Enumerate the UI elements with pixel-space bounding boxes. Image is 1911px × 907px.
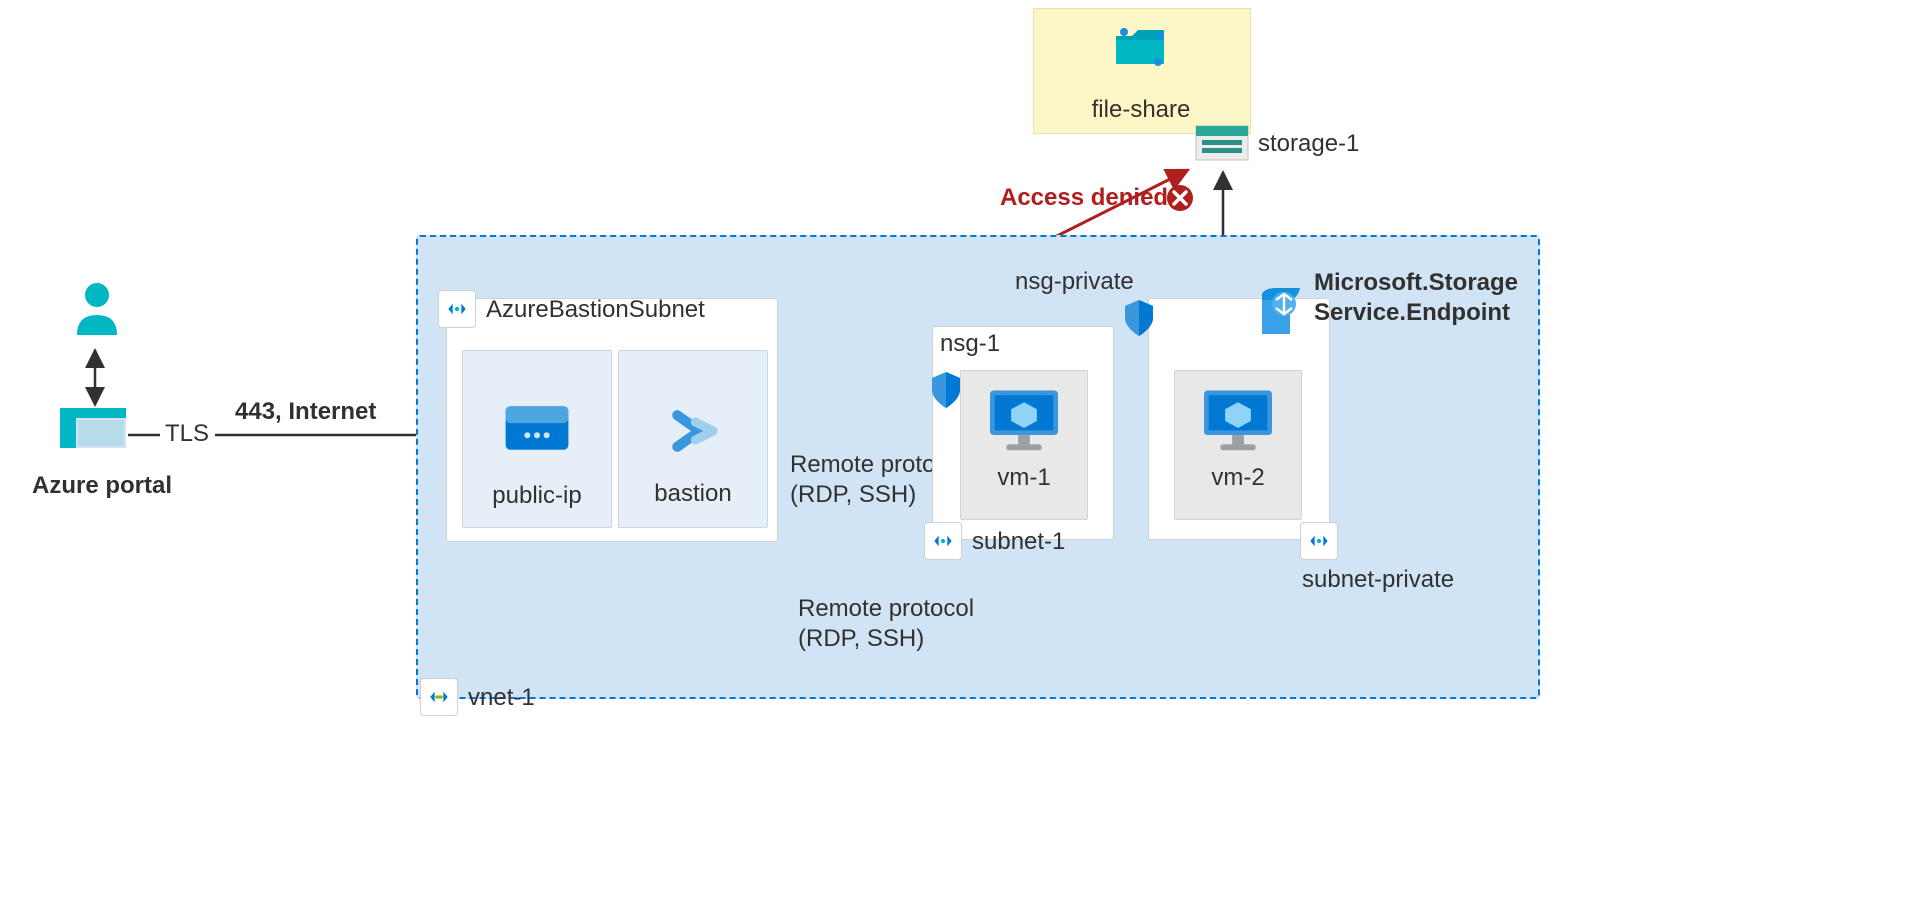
nsg-private-label: nsg-private <box>1015 268 1134 296</box>
subnet-private-label: subnet-private <box>1302 566 1454 594</box>
nsg-1-label: nsg-1 <box>940 330 1000 358</box>
access-denied-label: Access denied <box>1000 184 1168 212</box>
service-endpoint-line2: Service.Endpoint <box>1314 299 1510 326</box>
subnet-1-icon <box>924 522 962 560</box>
public-ip-icon <box>498 399 576 457</box>
subnet-1-label: subnet-1 <box>972 528 1065 556</box>
service-endpoint-line1: Microsoft.Storage <box>1314 269 1518 296</box>
bastion-label: bastion <box>619 480 767 508</box>
diagram-stage: Azure portal TLS 443, Internet vnet-1 Az… <box>0 0 1911 907</box>
vm-2-label: vm-2 <box>1175 464 1301 492</box>
remote-protocol-label-2: Remote protocol (RDP, SSH) <box>790 594 982 654</box>
access-denied-icon <box>1166 184 1194 217</box>
vnet-label: vnet-1 <box>468 684 535 712</box>
bastion-box: bastion <box>618 350 768 528</box>
bastion-subnet-label: AzureBastionSubnet <box>486 296 705 324</box>
internet-443-label: 443, Internet <box>235 398 376 426</box>
tls-label: TLS <box>165 420 209 448</box>
public-ip-box: public-ip <box>462 350 612 528</box>
nsg-1-shield-icon <box>930 370 962 415</box>
subnet-private-icon <box>1300 522 1338 560</box>
remote-protocol-1-line2: (RDP, SSH) <box>790 481 916 508</box>
vm-1-label: vm-1 <box>961 464 1087 492</box>
vnet-icon <box>420 678 458 716</box>
nsg-private-shield-icon <box>1123 298 1155 343</box>
vm-1-icon <box>983 385 1065 457</box>
azure-portal-label: Azure portal <box>32 472 172 500</box>
azure-portal-icon <box>60 408 126 462</box>
vm-2-box: vm-2 <box>1174 370 1302 520</box>
remote-protocol-2-line1: Remote protocol <box>798 595 974 622</box>
bastion-icon <box>657 395 729 467</box>
storage-1-icon <box>1194 120 1250 169</box>
bastion-subnet-icon <box>438 290 476 328</box>
remote-protocol-2-line2: (RDP, SSH) <box>798 625 924 652</box>
vm-2-icon <box>1197 385 1279 457</box>
storage-1-label: storage-1 <box>1258 130 1359 158</box>
service-endpoint-icon <box>1254 284 1308 338</box>
vm-1-box: vm-1 <box>960 370 1088 520</box>
file-share-icon <box>1110 22 1174 79</box>
public-ip-label: public-ip <box>463 482 611 510</box>
user-icon <box>72 280 122 340</box>
service-endpoint-label: Microsoft.Storage Service.Endpoint <box>1314 268 1518 328</box>
